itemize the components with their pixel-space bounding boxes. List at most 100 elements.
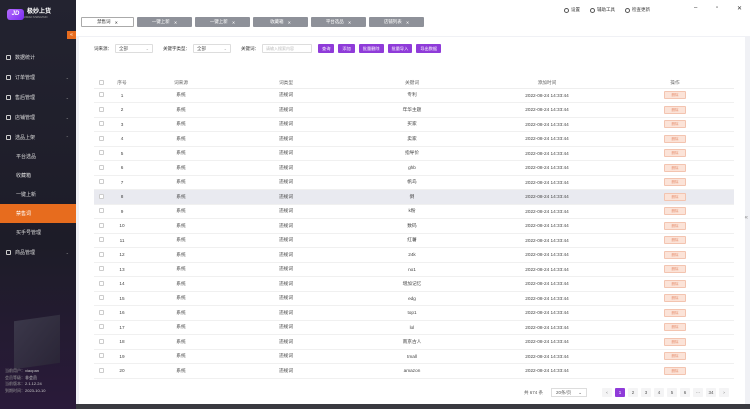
delete-button[interactable]: 删除 <box>664 149 686 158</box>
check-update-button[interactable]: 检查更新 <box>625 7 650 13</box>
batch-import-button[interactable]: 批量导入 <box>387 44 413 53</box>
delete-button[interactable]: 删除 <box>664 265 686 274</box>
batch-delete-button[interactable]: 批量删除 <box>358 44 384 53</box>
row-checkbox[interactable] <box>98 237 104 243</box>
double-chevron-left-icon[interactable]: « <box>745 215 748 221</box>
keyword-input[interactable]: 请输入搜索内容 <box>262 44 312 53</box>
row-checkbox[interactable] <box>98 367 104 373</box>
sidebar-subitem-platform-selection[interactable]: 平台选品 <box>0 147 76 166</box>
row-checkbox[interactable] <box>98 106 104 112</box>
row-checkbox[interactable] <box>98 150 104 156</box>
row-keyword: 倒 <box>346 189 478 205</box>
delete-button[interactable]: 删除 <box>664 279 686 288</box>
delete-button[interactable]: 删除 <box>664 105 686 114</box>
sidebar-item-products[interactable]: 商品管理 ⌄ <box>0 242 76 262</box>
page-button[interactable]: 34 <box>706 388 716 397</box>
sidebar-subitem-quick-list[interactable]: 一键上新 <box>0 185 76 204</box>
tab-quick-list-2[interactable]: 一键上新 ✕ <box>195 17 250 27</box>
row-type: 违规词 <box>226 305 346 321</box>
delete-button[interactable]: 删除 <box>664 294 686 303</box>
delete-button[interactable]: 删除 <box>664 120 686 129</box>
tab-platform-selection[interactable]: 平台选品 ✕ <box>311 17 366 27</box>
collapse-sidebar-button[interactable]: « <box>67 31 76 39</box>
page-button[interactable]: 6 <box>680 388 690 397</box>
row-checkbox[interactable] <box>98 193 104 199</box>
row-checkbox[interactable] <box>98 309 104 315</box>
row-checkbox[interactable] <box>98 222 104 228</box>
page-size-select[interactable]: 20条/页 ⌄ <box>551 388 587 397</box>
export-button[interactable]: 导出数据 <box>416 44 442 53</box>
row-index: 6 <box>108 160 136 176</box>
chevron-down-icon: ⌄ <box>223 46 227 51</box>
prev-page-button[interactable]: ‹ <box>602 388 612 397</box>
row-checkbox[interactable] <box>98 179 104 185</box>
minimize-button[interactable]: – <box>694 5 697 11</box>
maximize-button[interactable]: ▫ <box>716 5 718 11</box>
settings-button[interactable]: 设置 <box>564 7 580 13</box>
row-checkbox[interactable] <box>98 266 104 272</box>
row-checkbox[interactable] <box>98 280 104 286</box>
sidebar-item-orders[interactable]: 订单管理 ⌄ <box>0 67 76 87</box>
tools-button[interactable]: 辅助工具 <box>590 7 615 13</box>
delete-button[interactable]: 删除 <box>664 221 686 230</box>
delete-button[interactable]: 删除 <box>664 308 686 317</box>
table-row: 13 系统 违规词 no1 2022-08-24 14:33:44 删除 <box>94 262 734 277</box>
delete-button[interactable]: 删除 <box>664 207 686 216</box>
search-button[interactable]: 查询 <box>318 44 335 53</box>
delete-button[interactable]: 删除 <box>664 323 686 332</box>
delete-button[interactable]: 删除 <box>664 250 686 259</box>
sidebar-item-aftersale[interactable]: 售后管理 ⌄ <box>0 87 76 107</box>
close-icon[interactable]: ✕ <box>406 20 409 25</box>
close-button[interactable]: ✕ <box>737 5 742 12</box>
sidebar-subitem-favorites[interactable]: 收藏箱 <box>0 166 76 185</box>
delete-button[interactable]: 删除 <box>664 134 686 143</box>
row-checkbox[interactable] <box>98 353 104 359</box>
row-checkbox[interactable] <box>98 208 104 214</box>
close-icon[interactable]: ✕ <box>232 20 235 25</box>
close-icon[interactable]: ✕ <box>115 20 118 25</box>
source-select[interactable]: 全部 ⌄ <box>115 44 153 53</box>
row-type: 违规词 <box>226 262 346 277</box>
close-icon[interactable]: ✕ <box>288 20 291 25</box>
close-icon[interactable]: ✕ <box>174 20 177 25</box>
page-button[interactable]: 1 <box>615 388 625 397</box>
page-button[interactable]: 5 <box>667 388 677 397</box>
table-row: 10 系统 违规词 数码 2022-08-24 14:33:44 删除 <box>94 218 734 234</box>
tab-favorites[interactable]: 收藏箱 ✕ <box>253 17 308 27</box>
delete-button[interactable]: 删除 <box>664 352 686 361</box>
row-checkbox[interactable] <box>98 295 104 301</box>
row-checkbox[interactable] <box>98 164 104 170</box>
tab-shop-list[interactable]: 店铺列表 ✕ <box>369 17 424 27</box>
delete-button[interactable]: 删除 <box>664 192 686 201</box>
chevron-down-icon: ⌄ <box>65 249 69 255</box>
tab-forbidden-words[interactable]: 禁售词 ✕ <box>81 17 134 27</box>
row-source: 系统 <box>136 262 226 277</box>
keyword-type-select[interactable]: 全部 ⌄ <box>193 44 231 53</box>
delete-button[interactable]: 删除 <box>664 337 686 346</box>
sidebar-subitem-forbidden-words[interactable]: 禁售词 <box>0 204 76 223</box>
row-checkbox[interactable] <box>98 135 104 141</box>
tab-quick-list-1[interactable]: 一键上新 ✕ <box>137 17 192 27</box>
page-button[interactable]: 2 <box>628 388 638 397</box>
row-checkbox[interactable] <box>98 121 104 127</box>
delete-button[interactable]: 删除 <box>664 236 686 245</box>
row-checkbox[interactable] <box>98 338 104 344</box>
page-button[interactable]: 3 <box>641 388 651 397</box>
add-button[interactable]: 添加 <box>338 44 355 53</box>
delete-button[interactable]: 删除 <box>664 91 686 100</box>
page-button[interactable]: 4 <box>654 388 664 397</box>
delete-button[interactable]: 删除 <box>664 366 686 375</box>
delete-button[interactable]: 删除 <box>664 163 686 172</box>
sidebar-item-shops[interactable]: 店铺管理 ⌄ <box>0 107 76 127</box>
next-page-button[interactable]: › <box>719 388 729 397</box>
close-icon[interactable]: ✕ <box>348 20 351 25</box>
sidebar-item-data-stats[interactable]: 数据统计 <box>0 47 76 67</box>
row-checkbox[interactable] <box>98 251 104 257</box>
row-checkbox[interactable] <box>98 324 104 330</box>
delete-button[interactable]: 删除 <box>664 178 686 187</box>
page-button[interactable]: ··· <box>693 388 703 397</box>
row-checkbox[interactable] <box>98 92 104 98</box>
sidebar-item-product-selection[interactable]: 选品上架 ⌃ <box>0 127 76 147</box>
sidebar-subitem-buyer-accounts[interactable]: 买手号管理 <box>0 223 76 242</box>
select-all-checkbox[interactable] <box>98 79 104 85</box>
